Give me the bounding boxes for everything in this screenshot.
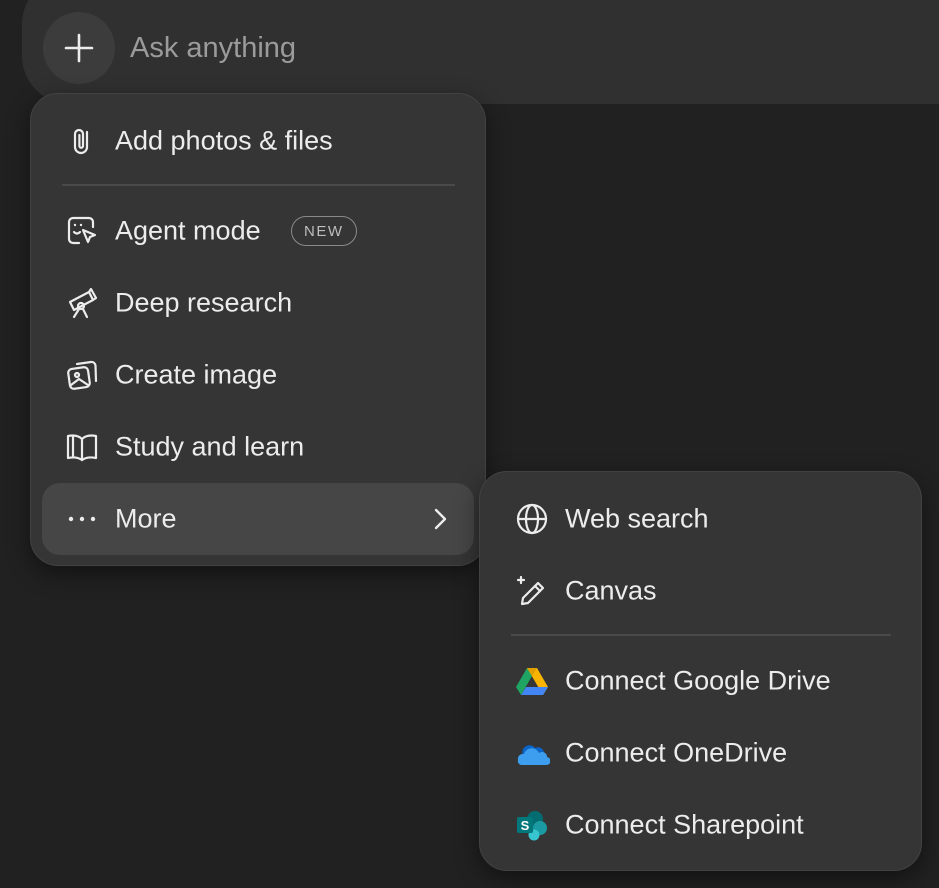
- chevron-right-icon: [434, 508, 447, 530]
- new-badge: NEW: [291, 216, 357, 246]
- submenu-item-connect-onedrive[interactable]: Connect OneDrive: [492, 717, 909, 789]
- menu-item-label: Study and learn: [115, 431, 305, 462]
- submenu-divider: [511, 634, 891, 636]
- prompt-input[interactable]: [130, 24, 830, 72]
- menu-item-label: Add photos & files: [115, 125, 333, 156]
- app-window: Add photos & files Agent mode NEW: [0, 0, 939, 888]
- more-submenu: Web search Canvas Connect Google Drive C…: [479, 471, 922, 871]
- sharepoint-icon: S: [514, 807, 550, 843]
- submenu-item-connect-sharepoint[interactable]: S Connect Sharepoint: [492, 789, 909, 861]
- menu-item-create-image[interactable]: Create image: [42, 339, 474, 411]
- tools-menu: Add photos & files Agent mode NEW Deep r…: [30, 93, 486, 566]
- submenu-item-label: Connect Sharepoint: [565, 809, 804, 840]
- menu-item-study-and-learn[interactable]: Study and learn: [42, 411, 474, 483]
- onedrive-icon: [514, 735, 550, 771]
- submenu-item-label: Connect Google Drive: [565, 665, 831, 696]
- menu-item-more[interactable]: More: [42, 483, 474, 555]
- submenu-item-label: Connect OneDrive: [565, 737, 788, 768]
- google-drive-icon: [514, 663, 550, 699]
- image-stack-icon: [64, 357, 100, 393]
- submenu-item-label: Canvas: [565, 575, 657, 606]
- menu-item-label: Agent mode: [115, 215, 261, 246]
- pencil-sparkle-icon: [514, 573, 550, 609]
- paperclip-icon: [64, 123, 100, 159]
- open-book-icon: [64, 429, 100, 465]
- ellipsis-icon: [64, 501, 100, 537]
- menu-item-deep-research[interactable]: Deep research: [42, 267, 474, 339]
- menu-item-label: Create image: [115, 359, 278, 390]
- submenu-item-canvas[interactable]: Canvas: [492, 555, 909, 627]
- submenu-item-connect-google-drive[interactable]: Connect Google Drive: [492, 645, 909, 717]
- menu-item-label: More: [115, 503, 177, 534]
- plus-icon: [64, 33, 94, 63]
- submenu-item-label: Web search: [565, 503, 709, 534]
- svg-text:S: S: [521, 818, 530, 833]
- globe-icon: [514, 501, 550, 537]
- menu-divider: [62, 184, 455, 186]
- menu-item-label: Deep research: [115, 287, 293, 318]
- attach-plus-button[interactable]: [43, 12, 115, 84]
- agent-cursor-icon: [64, 213, 100, 249]
- menu-item-add-photos-files[interactable]: Add photos & files: [42, 105, 474, 177]
- menu-item-agent-mode[interactable]: Agent mode NEW: [42, 195, 474, 267]
- submenu-item-web-search[interactable]: Web search: [492, 483, 909, 555]
- telescope-icon: [64, 285, 100, 321]
